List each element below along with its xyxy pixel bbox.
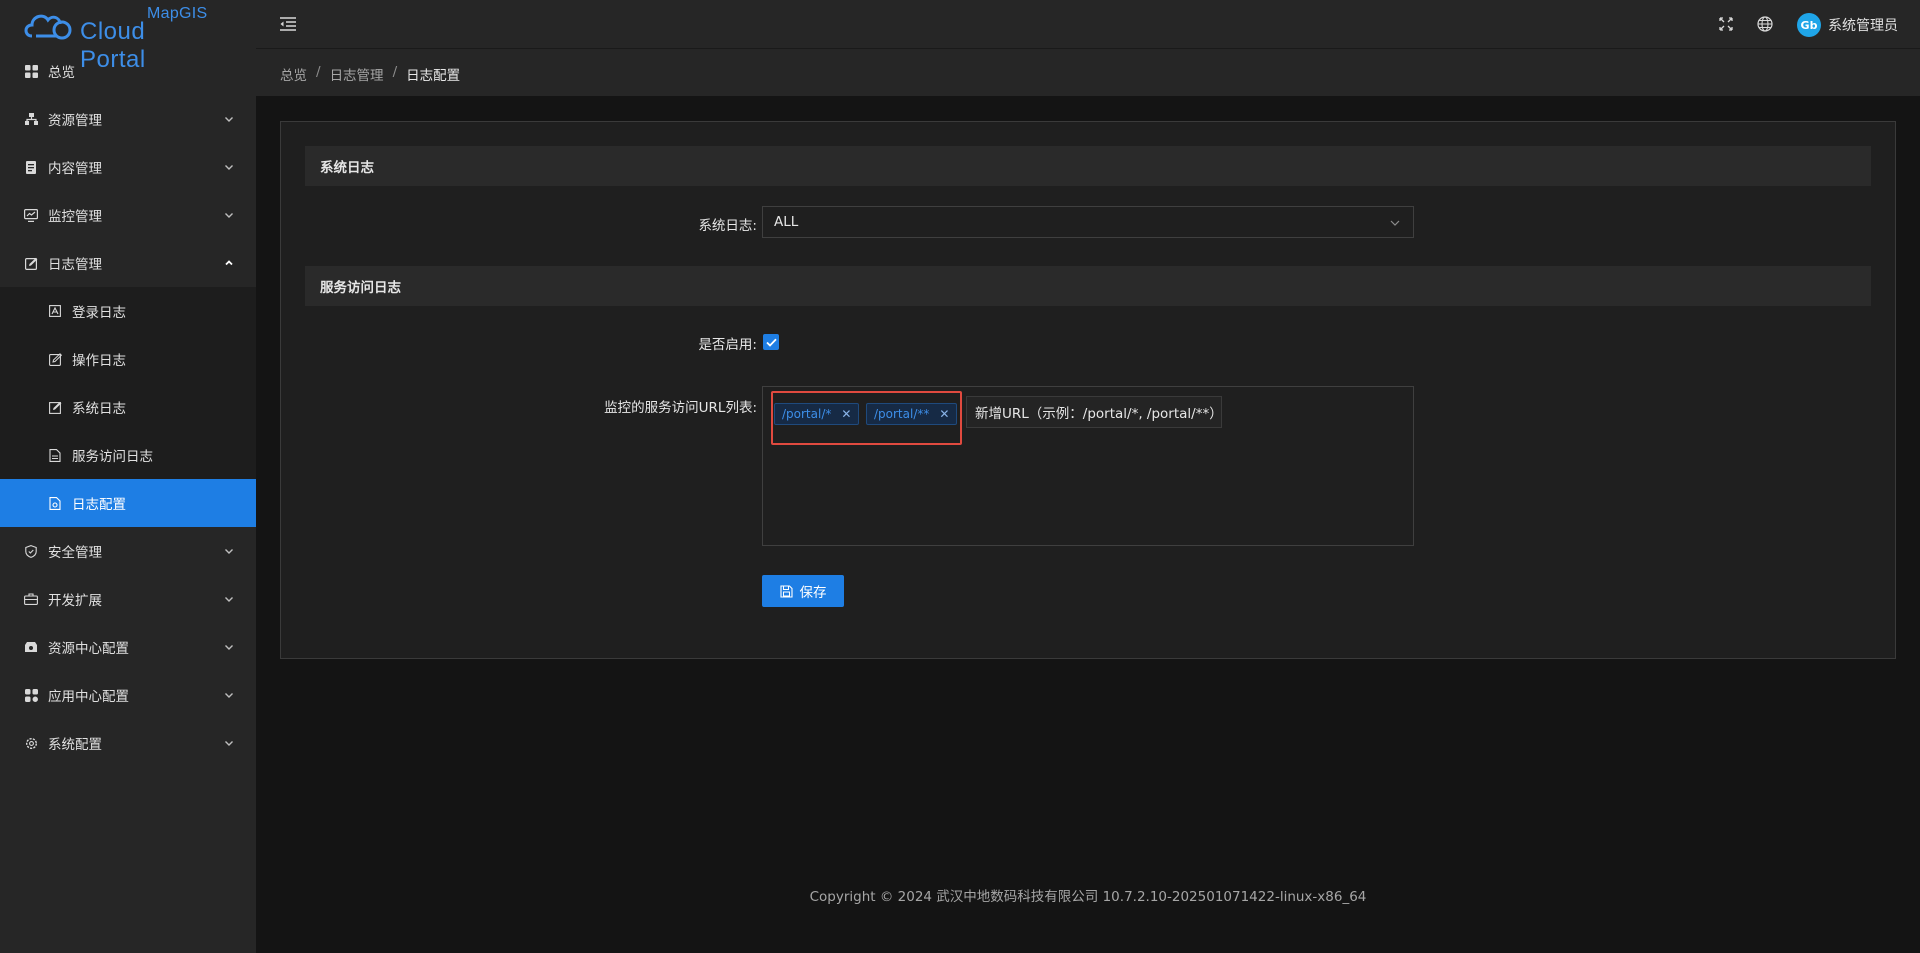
sidebar-item-label: 资源中心配置 xyxy=(48,641,129,657)
chevron-up-icon xyxy=(225,260,233,266)
sidebar-item-operation-log[interactable]: 操作日志 xyxy=(0,335,256,383)
system-log-icon xyxy=(48,400,62,414)
sidebar-item-label: 日志配置 xyxy=(72,497,126,513)
sidebar-item-system-log[interactable]: 系统日志 xyxy=(0,383,256,431)
select-value: ALL xyxy=(774,214,799,230)
login-log-icon xyxy=(48,304,62,318)
top-header: Gb 系统管理员 xyxy=(256,0,1920,48)
globe-icon[interactable] xyxy=(1756,15,1774,33)
tag-label: /portal/** xyxy=(874,407,930,421)
new-url-input[interactable]: 新增URL（示例：/portal/*, /portal/**） xyxy=(966,396,1223,428)
save-label: 保存 xyxy=(799,585,827,601)
dashboard-icon xyxy=(24,64,38,78)
file-icon xyxy=(48,448,62,462)
log-config-icon xyxy=(48,496,62,510)
sidebar-item-resource[interactable]: 资源管理 xyxy=(0,95,256,143)
gear-icon xyxy=(24,736,38,750)
check-icon xyxy=(765,338,777,347)
briefcase-icon xyxy=(24,592,38,606)
breadcrumb: 总览 / 日志管理 / 日志配置 xyxy=(280,64,460,84)
sidebar-item-security[interactable]: 安全管理 xyxy=(0,527,256,575)
breadcrumb-separator: / xyxy=(392,64,398,80)
avatar: Gb xyxy=(1797,13,1821,37)
sidebar-item-label: 监控管理 xyxy=(48,209,102,225)
sidebar-item-overview[interactable]: 总览 xyxy=(0,47,256,95)
url-tag: /portal/** ✕ xyxy=(866,403,958,425)
chevron-down-icon xyxy=(1390,220,1400,226)
section-title: 系统日志 xyxy=(320,160,374,176)
sidebar-item-label: 安全管理 xyxy=(48,545,102,561)
syslog-level-select[interactable]: ALL xyxy=(762,206,1414,238)
sidebar-item-label: 应用中心配置 xyxy=(48,689,129,705)
sidebar-item-service-access-log[interactable]: 服务访问日志 xyxy=(0,431,256,479)
chevron-down-icon xyxy=(225,693,233,698)
footer-copyright: Copyright © 2024 武汉中地数码科技有限公司 10.7.2.10-… xyxy=(809,889,1367,905)
chevron-down-icon xyxy=(225,741,233,746)
breadcrumb-item-log-management[interactable]: 日志管理 xyxy=(330,64,384,84)
sidebar-item-label: 开发扩展 xyxy=(48,593,102,609)
shield-icon xyxy=(24,544,38,558)
breadcrumb-bar: 总览 / 日志管理 / 日志配置 xyxy=(256,48,1920,96)
breadcrumb-item-overview[interactable]: 总览 xyxy=(280,64,307,84)
sidebar-item-app-center[interactable]: 应用中心配置 xyxy=(0,671,256,719)
breadcrumb-item-current: 日志配置 xyxy=(406,68,461,84)
sidebar-item-label: 系统配置 xyxy=(48,737,102,753)
fullscreen-icon[interactable] xyxy=(1717,15,1735,33)
cloud-logo-icon xyxy=(24,14,72,40)
url-list-label: 监控的服务访问URL列表: xyxy=(604,400,757,416)
sidebar-item-system-config[interactable]: 系统配置 xyxy=(0,719,256,767)
sidebar-item-monitor[interactable]: 监控管理 xyxy=(0,191,256,239)
chevron-down-icon xyxy=(225,117,233,122)
chevron-down-icon xyxy=(225,597,233,602)
close-icon[interactable]: ✕ xyxy=(841,407,851,421)
section-service-access-log-header: 服务访问日志 xyxy=(305,266,1871,306)
sidebar-item-log[interactable]: 日志管理 xyxy=(0,239,256,287)
sidebar-item-label: 系统日志 xyxy=(72,401,126,417)
syslog-label: 系统日志: xyxy=(698,218,757,234)
sidebar-item-dev-extension[interactable]: 开发扩展 xyxy=(0,575,256,623)
sidebar-item-label: 操作日志 xyxy=(72,353,126,369)
sidebar-item-label: 内容管理 xyxy=(48,161,102,177)
chevron-down-icon xyxy=(225,213,233,218)
enabled-checkbox[interactable] xyxy=(763,334,779,350)
sidebar-item-login-log[interactable]: 登录日志 xyxy=(0,287,256,335)
breadcrumb-separator: / xyxy=(316,64,321,80)
apps-icon xyxy=(24,688,38,702)
sidebar-item-log-config[interactable]: 日志配置 xyxy=(0,479,256,527)
logo[interactable]: MapGIS Cloud Portal xyxy=(22,4,212,73)
log-icon xyxy=(24,256,38,270)
sidebar-menu: 总览 资源管理 内容管理 监控管理 日志管理 登录日志 操作日志 系统日志 服务… xyxy=(0,47,256,767)
monitor-icon xyxy=(24,208,38,222)
url-tag-box[interactable]: /portal/* ✕ /portal/** ✕ 新增URL（示例：/porta… xyxy=(762,386,1414,546)
sidebar-item-label: 资源管理 xyxy=(48,113,102,129)
user-menu[interactable]: Gb 系统管理员 xyxy=(1797,12,1898,38)
sidebar-item-label: 登录日志 xyxy=(72,305,126,321)
log-submenu: 登录日志 操作日志 系统日志 服务访问日志 日志配置 xyxy=(0,287,256,527)
section-system-log-header: 系统日志 xyxy=(305,146,1871,186)
tag-label: /portal/* xyxy=(782,407,832,421)
chevron-down-icon xyxy=(225,549,233,554)
edit-log-icon xyxy=(48,352,62,366)
resource-center-icon xyxy=(24,640,38,654)
sidebar-item-label: 服务访问日志 xyxy=(72,449,153,465)
resource-icon xyxy=(24,112,38,126)
enabled-label: 是否启用: xyxy=(698,337,757,353)
close-icon[interactable]: ✕ xyxy=(939,407,949,421)
sidebar: MapGIS Cloud Portal 总览 资源管理 内容管理 监控管理 日志… xyxy=(0,0,256,953)
save-icon xyxy=(779,584,793,598)
sidebar-item-resource-center[interactable]: 资源中心配置 xyxy=(0,623,256,671)
url-tag: /portal/* ✕ xyxy=(774,403,860,425)
sidebar-item-content[interactable]: 内容管理 xyxy=(0,143,256,191)
username: 系统管理员 xyxy=(1828,18,1898,34)
save-button[interactable]: 保存 xyxy=(762,575,844,607)
log-config-card: 系统日志 系统日志: ALL 服务访问日志 是否启用: 监控的服务访问URL列表… xyxy=(280,121,1896,659)
sidebar-item-label: 总览 xyxy=(48,65,75,81)
chevron-down-icon xyxy=(225,645,233,650)
sidebar-item-label: 日志管理 xyxy=(48,257,102,273)
chevron-down-icon xyxy=(225,165,233,170)
section-title: 服务访问日志 xyxy=(320,280,401,296)
menu-fold-icon[interactable] xyxy=(278,14,298,34)
content-icon xyxy=(24,160,38,174)
